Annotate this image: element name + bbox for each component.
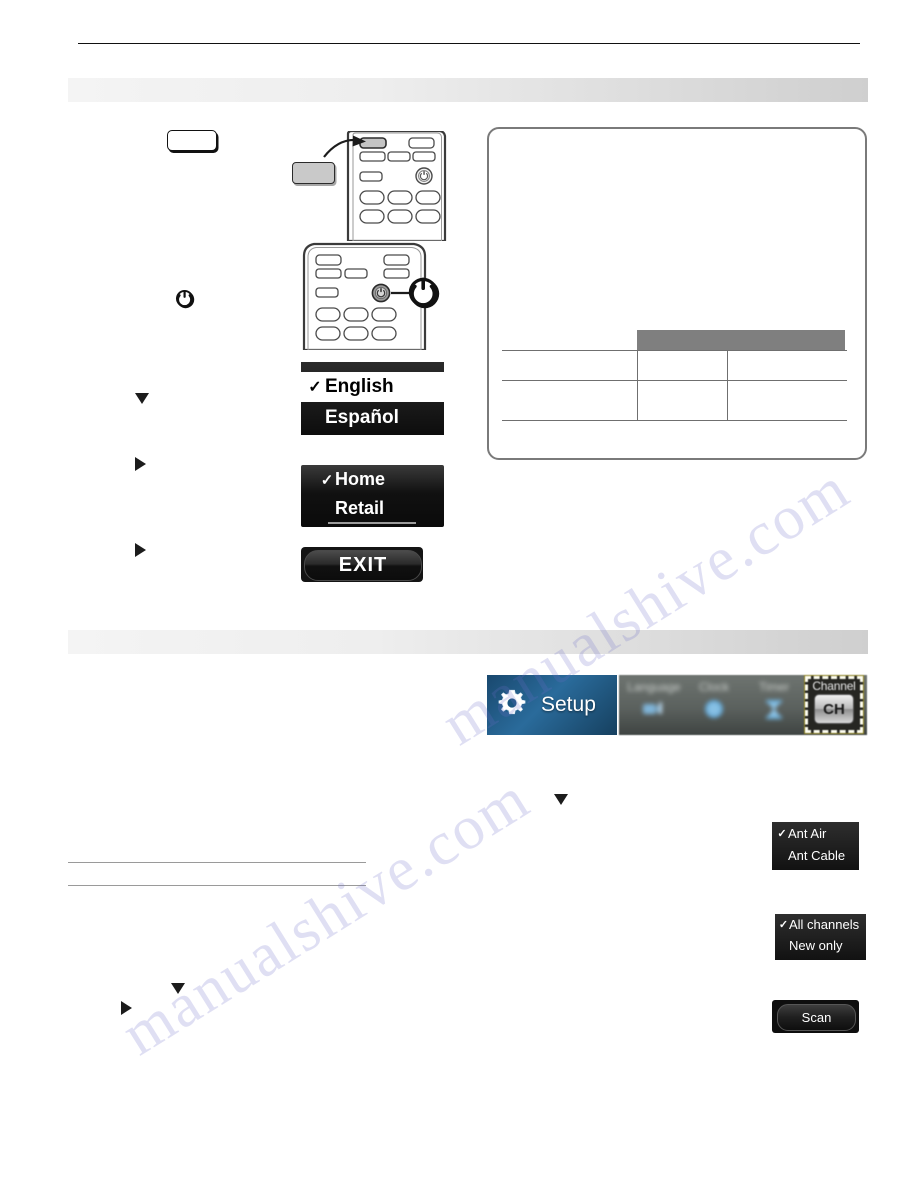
setup-menu-items-panel: Language Clock Timer Channel CH bbox=[619, 675, 867, 735]
osd-store-option-retail[interactable]: Retail bbox=[301, 494, 444, 523]
remote-key-outline bbox=[167, 130, 217, 151]
osd-exit-button[interactable]: EXIT bbox=[301, 547, 423, 582]
setup-menu-active-panel-label: Setup bbox=[541, 693, 596, 716]
check-icon: ✓ bbox=[308, 379, 322, 396]
hourglass-icon bbox=[759, 698, 789, 724]
osd-store-option-home-label: Home bbox=[335, 469, 386, 489]
setup-menu-item-timer[interactable]: Timer bbox=[743, 678, 805, 732]
power-symbol-callout-icon bbox=[406, 274, 442, 317]
step-arrow-down-3 bbox=[171, 983, 185, 994]
ch-badge-icon: CH bbox=[814, 694, 854, 724]
setup-menu-active-panel[interactable]: Setup bbox=[487, 675, 617, 735]
osd-channel-scope-option-all-label: All channels bbox=[789, 917, 860, 932]
illustration-info-table bbox=[502, 330, 847, 430]
setup-menu-item-timer-label: Timer bbox=[758, 680, 790, 694]
gear-icon bbox=[496, 687, 528, 724]
remote-illustration-top bbox=[296, 131, 451, 241]
osd-exit-button-label: EXIT bbox=[304, 550, 422, 581]
osd-channel-scope-option-new[interactable]: New only bbox=[775, 935, 866, 956]
page-header-rule bbox=[78, 43, 860, 44]
table-rule-1 bbox=[502, 350, 847, 351]
osd-store-mode-selector[interactable]: ✓ Home Retail bbox=[301, 465, 444, 527]
osd-language-option-espanol[interactable]: Español bbox=[301, 402, 444, 433]
osd-store-underline bbox=[328, 522, 416, 524]
table-divider-2 bbox=[727, 350, 728, 420]
osd-antenna-option-ant-air-label: Ant Air bbox=[788, 825, 827, 841]
osd-scan-button-label: Scan bbox=[777, 1004, 856, 1031]
table-divider-1 bbox=[637, 350, 638, 420]
osd-store-option-retail-label: Retail bbox=[335, 498, 385, 518]
watermark-text-1: manualshive.com bbox=[110, 764, 542, 1069]
osd-antenna-option-ant-cable[interactable]: Ant Cable bbox=[772, 844, 859, 866]
osd-antenna-option-ant-air[interactable]: ✓ Ant Air bbox=[772, 822, 859, 844]
setup-menu-item-language-label: Language bbox=[627, 680, 681, 694]
table-rule-2 bbox=[502, 380, 847, 381]
section-header-band-1 bbox=[68, 78, 868, 102]
setup-menu-item-clock-label: Clock bbox=[698, 680, 729, 694]
setup-menu-bar: Setup Language Clock Timer Channel CH bbox=[487, 675, 867, 739]
osd-language-option-english-label: English bbox=[325, 376, 394, 397]
manual-page: ✓ English Español ✓ Home Retail EXIT Set… bbox=[0, 0, 918, 1188]
osd-antenna-selector[interactable]: ✓ Ant Air Ant Cable bbox=[772, 822, 859, 870]
step-arrow-down-2 bbox=[554, 794, 568, 805]
clock-icon bbox=[699, 698, 729, 724]
osd-channel-scope-option-all[interactable]: ✓ All channels bbox=[775, 914, 866, 935]
setup-menu-item-channel[interactable]: Channel CH bbox=[804, 675, 864, 734]
osd-store-option-home[interactable]: ✓ Home bbox=[301, 465, 444, 494]
note-rule-top bbox=[68, 862, 366, 863]
osd-channel-scope-selector[interactable]: ✓ All channels New only bbox=[775, 914, 866, 960]
table-rule-3 bbox=[502, 420, 847, 421]
setup-menu-item-clock[interactable]: Clock bbox=[683, 678, 745, 732]
language-icon bbox=[639, 698, 669, 724]
remote-callout-label-top bbox=[292, 162, 335, 184]
step-arrow-right-3 bbox=[121, 1001, 132, 1015]
check-icon: ✓ bbox=[778, 919, 789, 931]
osd-scan-button[interactable]: Scan bbox=[772, 1000, 859, 1033]
setup-menu-item-language[interactable]: Language bbox=[623, 678, 685, 732]
osd-channel-scope-option-new-label: New only bbox=[789, 938, 843, 953]
power-symbol-icon bbox=[174, 288, 196, 310]
step-arrow-right-2 bbox=[135, 543, 146, 557]
table-header-band bbox=[637, 330, 845, 350]
osd-antenna-option-ant-cable-label: Ant Cable bbox=[788, 847, 846, 863]
note-rule-bottom bbox=[68, 885, 366, 886]
check-icon: ✓ bbox=[320, 471, 334, 489]
osd-language-selector[interactable]: ✓ English Español bbox=[301, 362, 444, 435]
step-arrow-right-1 bbox=[135, 457, 146, 471]
check-icon: ✓ bbox=[777, 827, 787, 840]
setup-menu-item-channel-label: Channel bbox=[812, 679, 856, 693]
step-arrow-down-1 bbox=[135, 393, 149, 404]
osd-language-option-espanol-label: Español bbox=[325, 406, 399, 428]
osd-language-option-english[interactable]: ✓ English bbox=[301, 372, 444, 402]
section-header-band-2 bbox=[68, 630, 868, 654]
